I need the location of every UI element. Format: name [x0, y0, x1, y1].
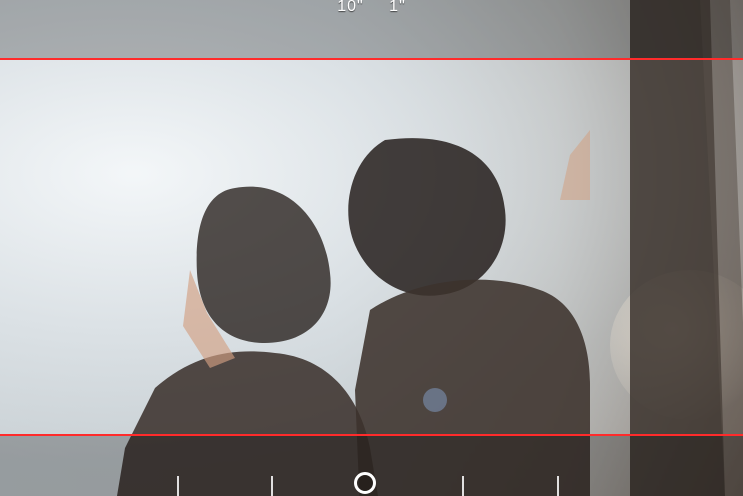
time-readout: 10" 1": [0, 0, 743, 16]
time-readout-minor: 1": [389, 0, 406, 15]
playhead-circle-icon[interactable]: [354, 472, 376, 494]
timeline-tick: [557, 476, 559, 496]
timeline-tick: [271, 476, 273, 496]
top-letterbox: 10" 1": [0, 0, 743, 60]
video-editor-preview: 10" 1": [0, 0, 743, 496]
time-readout-major: 10": [337, 0, 364, 15]
timeline-tick: [177, 476, 179, 496]
crop-frame-top-line: [0, 58, 743, 60]
timeline-tick: [462, 476, 464, 496]
